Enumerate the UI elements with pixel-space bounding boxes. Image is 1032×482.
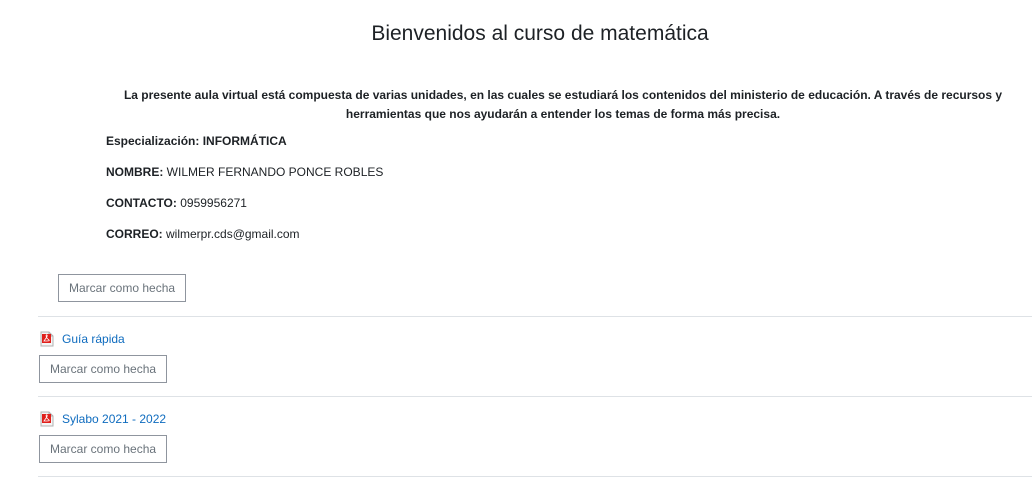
specialization-line: Especialización: INFORMÁTICA (106, 134, 287, 148)
mark-done-button-sylabo[interactable]: Marcar como hecha (39, 435, 168, 463)
mark-done-button-guia-rapida[interactable]: Marcar como hecha (39, 355, 168, 383)
specialization-label: Especialización: (106, 134, 200, 148)
resource-item-guia-rapida[interactable]: Guía rápida (40, 331, 125, 347)
mark-done-button-summary[interactable]: Marcar como hecha (58, 274, 187, 302)
resource-link-guia-rapida[interactable]: Guía rápida (62, 332, 125, 346)
course-section: Bienvenidos al curso de matemática La pr… (0, 0, 1032, 482)
pdf-icon (40, 331, 54, 347)
resource-item-sylabo[interactable]: Sylabo 2021 - 2022 (40, 411, 166, 427)
resource-link-sylabo[interactable]: Sylabo 2021 - 2022 (62, 412, 166, 426)
specialization-value: INFORMÁTICA (202, 134, 287, 148)
name-value: WILMER FERNANDO PONCE ROBLES (166, 165, 384, 179)
course-title: Bienvenidos al curso de matemática (371, 22, 709, 45)
name-line: NOMBRE: WILMER FERNANDO PONCE ROBLES (106, 165, 383, 179)
name-label: NOMBRE: (106, 165, 164, 179)
contact-line: CONTACTO: 0959956271 (106, 196, 247, 210)
course-intro: La presente aula virtual está compuesta … (123, 88, 1003, 121)
divider (38, 476, 1032, 477)
divider (38, 396, 1032, 397)
pdf-icon (40, 411, 54, 427)
email-line: CORREO: wilmerpr.cds@gmail.com (106, 227, 300, 241)
email-label: CORREO: (106, 227, 163, 241)
email-value: wilmerpr.cds@gmail.com (166, 227, 300, 241)
contact-value: 0959956271 (180, 196, 247, 210)
divider (38, 316, 1032, 317)
contact-label: CONTACTO: (106, 196, 177, 210)
